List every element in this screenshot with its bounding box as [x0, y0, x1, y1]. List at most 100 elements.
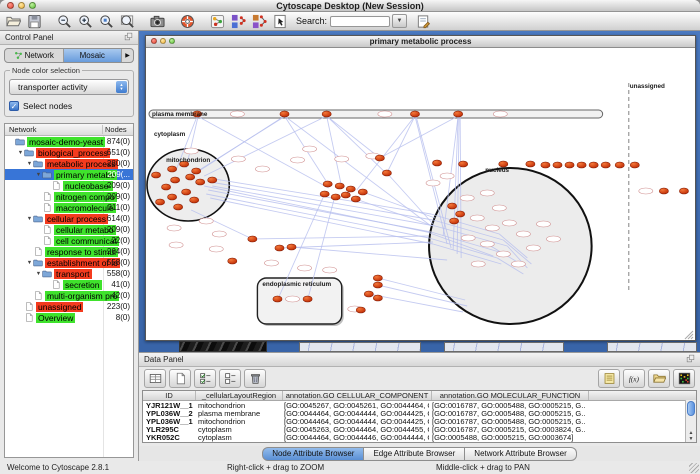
- tree-item-label: biological_process: [36, 148, 110, 158]
- tab-network[interactable]: Network: [5, 49, 64, 62]
- tree-item[interactable]: ▼biological_process651(0): [5, 147, 133, 158]
- tree-item[interactable]: ▼cellular process614(0): [5, 213, 133, 224]
- attribute-notes-icon[interactable]: [598, 369, 620, 388]
- help-icon[interactable]: [177, 13, 198, 30]
- tree-item[interactable]: response to stimul264(0): [5, 246, 133, 257]
- tree-item[interactable]: ▼primary metabo209(...: [5, 169, 133, 180]
- tree-item[interactable]: unassigned223(0): [5, 301, 133, 312]
- select-attributes-icon[interactable]: [194, 369, 216, 388]
- table-row[interactable]: YDR039C__1mitochondrion[GO:0044464, GO:0…: [143, 441, 696, 443]
- float-panel-icon[interactable]: [124, 32, 133, 43]
- search-dropdown-arrow[interactable]: ▼: [392, 14, 407, 28]
- file-icon: [42, 225, 52, 234]
- table-icon[interactable]: [144, 369, 166, 388]
- save-icon[interactable]: [24, 13, 45, 30]
- network-node: [273, 296, 282, 302]
- new-attribute-icon[interactable]: [169, 369, 191, 388]
- tree-item[interactable]: macromolecule311(0): [5, 202, 133, 213]
- float-panel-icon[interactable]: [686, 354, 695, 365]
- expand-triangle-icon[interactable]: ▼: [26, 216, 33, 222]
- network-window-titlebar[interactable]: primary metabolic process: [146, 36, 695, 48]
- network-graph[interactable]: plasma membranecytoplasmmitochondrionnuc…: [146, 48, 695, 340]
- network-overview-icon[interactable]: [207, 13, 228, 30]
- scrollbar-thumb[interactable]: [687, 401, 695, 416]
- search-input[interactable]: [330, 16, 390, 27]
- select-mode-icon[interactable]: [270, 13, 291, 30]
- title-bar: Cytoscape Desktop (New Session): [0, 0, 700, 12]
- dropdown-stepper-icon: ▲▼: [116, 81, 127, 93]
- tab-edge-attribute-browser[interactable]: Edge Attribute Browser: [364, 447, 465, 461]
- network-tab-icon: [14, 51, 23, 60]
- close-button[interactable]: [151, 38, 157, 44]
- tree-item[interactable]: secretion41(0): [5, 279, 133, 290]
- import-attributes-icon[interactable]: [648, 369, 670, 388]
- zoom-fit-icon[interactable]: [117, 13, 138, 30]
- tab-overflow-arrow[interactable]: ▶: [122, 49, 133, 62]
- tree-item[interactable]: Overview8(0): [5, 312, 133, 323]
- expand-triangle-icon[interactable]: ▼: [35, 271, 42, 277]
- background-window[interactable]: [607, 342, 697, 352]
- background-network-thumbnail[interactable]: [179, 341, 267, 352]
- column-header[interactable]: ID: [143, 391, 196, 400]
- tab-mosaic[interactable]: Mosaic: [64, 49, 123, 62]
- column-header[interactable]: annotation.GO CELLULAR_COMPONENT: [283, 391, 432, 400]
- tab-node-attribute-browser[interactable]: Node Attribute Browser: [262, 447, 364, 461]
- file-icon: [51, 280, 61, 289]
- minimize-button[interactable]: [18, 2, 25, 9]
- tree-item[interactable]: ▼establishment of lo558(0): [5, 257, 133, 268]
- tree-item[interactable]: ▼metabolic process280(0): [5, 158, 133, 169]
- tree-item[interactable]: ▼transport558(0): [5, 268, 133, 279]
- column-header[interactable]: _cellularLayoutRegion: [196, 391, 283, 400]
- unselect-attributes-icon[interactable]: [219, 369, 241, 388]
- function-builder-icon[interactable]: f(x): [623, 369, 645, 388]
- resize-grip[interactable]: [689, 463, 699, 473]
- zoom-in-icon[interactable]: [75, 13, 96, 30]
- background-window[interactable]: [444, 342, 564, 352]
- background-windows: [139, 341, 700, 352]
- tree-item[interactable]: mosaic-demo-yeast874(0): [5, 136, 133, 147]
- tree-item[interactable]: nucleobase-209(0): [5, 180, 133, 191]
- tab-network-attribute-browser[interactable]: Network Attribute Browser: [465, 447, 576, 461]
- zoom-button[interactable]: [29, 2, 36, 9]
- attribute-matrix-icon[interactable]: [673, 369, 695, 388]
- network-node: [358, 189, 367, 195]
- network-node: [373, 282, 382, 288]
- network-node: [182, 189, 191, 195]
- select-nodes-checkbox[interactable]: ✓: [9, 101, 19, 111]
- expand-triangle-icon[interactable]: ▼: [26, 161, 33, 167]
- folder-icon: [33, 159, 43, 168]
- tree-item[interactable]: cellular metabo209(0): [5, 224, 133, 235]
- network-node: [331, 194, 340, 200]
- tree-item[interactable]: multi-organism pro42(0): [5, 290, 133, 301]
- zoom-out-icon[interactable]: [54, 13, 75, 30]
- zoom-selected-icon[interactable]: [96, 13, 117, 30]
- node-color-dropdown[interactable]: transporter activity ▲▼: [9, 79, 129, 95]
- network-node: [287, 244, 296, 250]
- tree-item[interactable]: nitrogen compo209(0): [5, 191, 133, 202]
- main-toolbar: Search: ▼: [0, 12, 700, 31]
- column-header[interactable]: annotation.GO MOLECULAR_FUNCTION: [432, 391, 589, 400]
- snapshot-icon[interactable]: [147, 13, 168, 30]
- expand-triangle-icon[interactable]: ▼: [17, 150, 24, 156]
- open-icon[interactable]: [3, 13, 24, 30]
- expand-triangle-icon[interactable]: ▼: [26, 260, 33, 266]
- network-canvas[interactable]: plasma membranecytoplasmmitochondrionnuc…: [146, 48, 695, 340]
- expand-triangle-icon[interactable]: ▼: [35, 172, 42, 178]
- attribute-table: ID_cellularLayoutRegionannotation.GO CEL…: [142, 390, 697, 443]
- minimize-button[interactable]: [160, 38, 166, 44]
- vertical-scrollbar[interactable]: ▲▼: [685, 400, 696, 442]
- zoom-button[interactable]: [169, 38, 175, 44]
- annotation-icon[interactable]: [413, 13, 434, 30]
- tree-item[interactable]: cell communicat22(0): [5, 235, 133, 246]
- delete-attribute-icon[interactable]: [244, 369, 266, 388]
- scrollbar-arrows[interactable]: ▲▼: [686, 430, 696, 442]
- status-pan-hint: Middle-click + drag to PAN: [436, 463, 530, 472]
- network-node: [630, 162, 639, 168]
- file-icon: [42, 236, 52, 245]
- node-count: 209(0): [104, 225, 130, 234]
- background-window[interactable]: [299, 342, 421, 352]
- layout-edges-icon[interactable]: [249, 13, 270, 30]
- close-button[interactable]: [7, 2, 14, 9]
- layout-nodes-icon[interactable]: [228, 13, 249, 30]
- tree-item-label: cellular process: [45, 214, 108, 224]
